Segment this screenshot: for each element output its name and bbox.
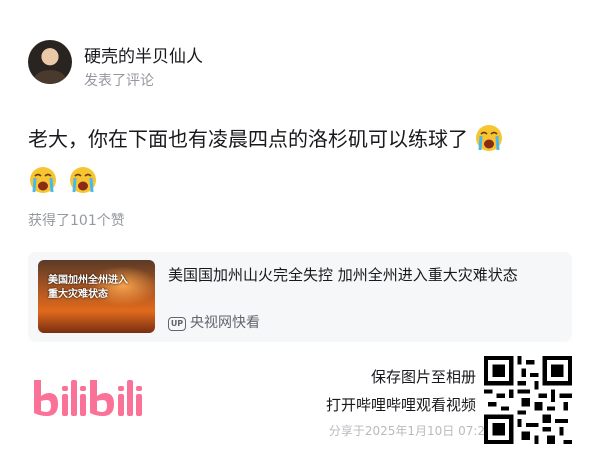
comment-text: 老大，你在下面也有凌晨四点的洛杉矶可以练球了 xyxy=(28,127,468,151)
video-title[interactable]: 美国国加州山火完全失控 加州全州进入重大灾难状态 xyxy=(168,264,518,285)
video-thumbnail[interactable]: 美国加州全州进入 重大灾难状态 xyxy=(38,260,155,333)
thumbnail-caption: 美国加州全州进入 重大灾难状态 xyxy=(48,274,128,302)
action-text: 发表了评论 xyxy=(84,73,154,89)
source-name: 央视网快看 xyxy=(190,315,260,331)
crying-emoji-icon xyxy=(68,165,98,195)
avatar[interactable] xyxy=(28,40,72,84)
thumbnail-caption-line1: 美国加州全州进入 xyxy=(48,275,128,286)
open-app-text: 打开哔哩哔哩观看视频 xyxy=(325,396,476,414)
qr-code-icon xyxy=(484,356,572,444)
bilibili-logo-icon xyxy=(32,372,144,424)
video-source: UP 央视网快看 xyxy=(168,312,260,332)
up-badge-icon: UP xyxy=(168,317,186,331)
save-to-album-text: 保存图片至相册 xyxy=(370,368,476,386)
video-card[interactable]: 美国加州全州进入 重大灾难状态 美国国加州山火完全失控 加州全州进入重大灾难状态… xyxy=(28,252,572,342)
thumbnail-caption-line2: 重大灾难状态 xyxy=(48,289,108,300)
crying-emoji-icon xyxy=(28,165,58,195)
username[interactable]: 硬壳的半贝仙人 xyxy=(84,42,203,67)
like-count: 获得了101个赞 xyxy=(28,213,125,229)
comment-body: 老大，你在下面也有凌晨四点的洛杉矶可以练球了 xyxy=(28,118,568,202)
crying-emoji-icon xyxy=(474,123,504,153)
